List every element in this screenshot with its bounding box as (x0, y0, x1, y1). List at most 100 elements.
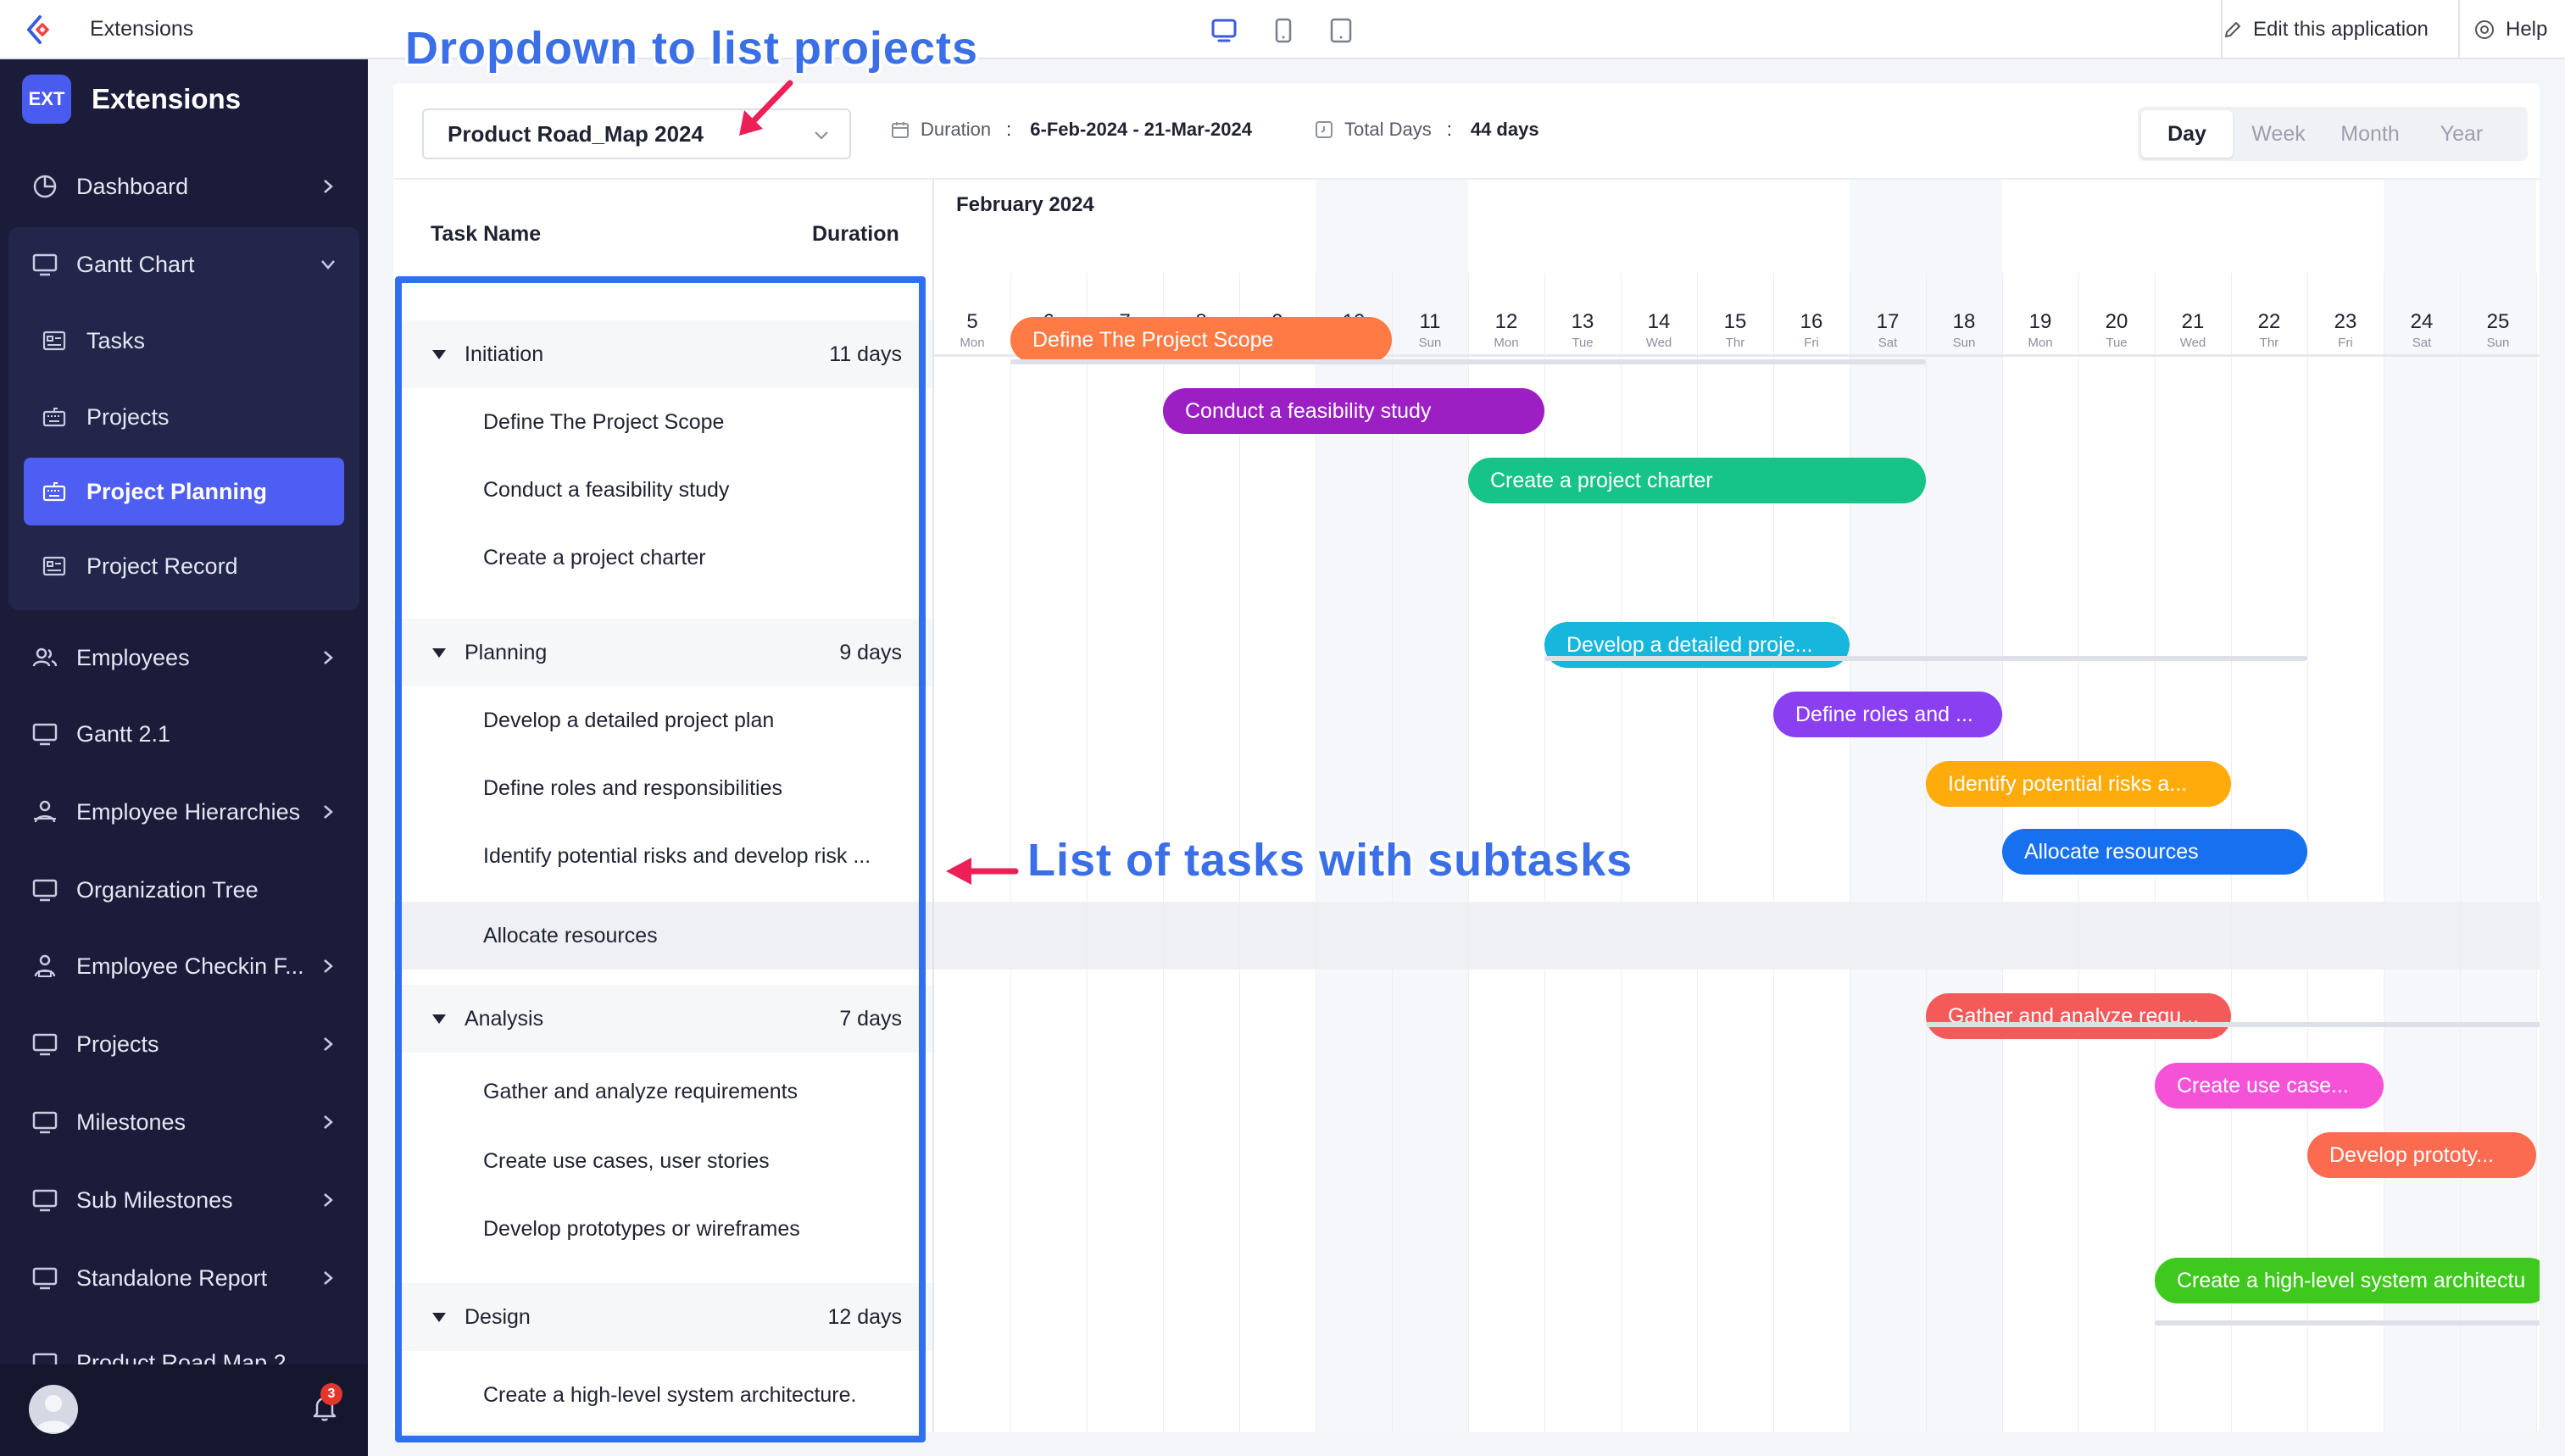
task-bar[interactable]: Create use case... (2155, 1063, 2384, 1109)
sidebar-item-gantt-chart[interactable]: Gantt Chart (0, 231, 368, 298)
hierarchy-icon (34, 800, 56, 823)
sidebar-item-label: Gantt 2.1 (76, 720, 171, 747)
users-icon (32, 647, 58, 667)
tab-month[interactable]: Month (2324, 110, 2416, 158)
chevron-right-icon (324, 1271, 333, 1285)
total-days-value: 44 days (1470, 119, 1539, 140)
top-bar: Extensions Edit this application Help (0, 0, 2565, 59)
sidebar-item-label: Projects (76, 1031, 159, 1057)
sidebar-header: EXT Extensions (22, 75, 241, 124)
group-summary-bar[interactable] (1010, 359, 1926, 364)
sidebar-subitem-project-record[interactable]: Project Record (24, 532, 344, 600)
annotation-task-list-box (395, 276, 926, 1442)
tab-week[interactable]: Week (2233, 110, 2324, 158)
chevron-right-icon (324, 1115, 333, 1129)
group-summary-bar[interactable] (2155, 1320, 2540, 1325)
task-bar[interactable]: Gather and analyze requ... (1926, 993, 2231, 1039)
sidebar-item-label: Organization Tree (76, 876, 259, 903)
day-number: 24 (2410, 310, 2434, 333)
dashboard-icon (33, 175, 57, 198)
edit-application-link[interactable]: Edit this application (2223, 0, 2429, 59)
duration-colon: : (1006, 119, 1012, 140)
chevron-right-icon (324, 959, 333, 973)
task-bar[interactable]: Define roles and ... (1773, 692, 2002, 737)
sidebar-item-label: Standalone Report (76, 1264, 268, 1291)
sidebar-item-label: Gantt Chart (76, 251, 195, 277)
calendar-icon (892, 122, 909, 138)
sidebar-subitem-label: Tasks (86, 327, 146, 353)
day-of-week: Mon (2028, 336, 2053, 350)
avatar[interactable] (29, 1385, 78, 1434)
sidebar-item-dashboard[interactable]: Dashboard (0, 153, 368, 220)
day-of-week: Sun (1952, 336, 1976, 350)
day-of-week: Sun (2486, 336, 2510, 350)
tab-year[interactable]: Year (2416, 110, 2507, 158)
sidebar-item-product-road-map-2[interactable]: Product Road Map 2 (0, 1320, 368, 1364)
duration-label: Duration (921, 119, 992, 140)
day-number: 5 (966, 310, 978, 333)
sidebar-subitem-project-planning[interactable]: Project Planning (24, 458, 344, 525)
sidebar-item-sub-milestones[interactable]: Sub Milestones (0, 1166, 368, 1234)
sidebar-item-gantt-2-1[interactable]: Gantt 2.1 (0, 700, 368, 768)
day-of-week: Fri (2338, 336, 2353, 350)
desktop-view-icon[interactable] (1209, 15, 1239, 46)
day-of-week: Sat (2412, 336, 2432, 350)
help-link[interactable]: Help (2473, 0, 2547, 59)
annotation-tasks-label: List of tasks with subtasks (1027, 835, 1633, 886)
day-number: 16 (1800, 310, 1823, 333)
sidebar-subitem-projects[interactable]: Projects (24, 383, 344, 451)
monitor-icon (32, 879, 58, 902)
help-label: Help (2506, 18, 2548, 41)
sidebar-item-organization-tree[interactable]: Organization Tree (0, 856, 368, 924)
day-of-week: Mon (1494, 336, 1519, 350)
gantt-toolbar: Product Road_Map 2024 Duration : 6-Feb-2… (393, 83, 2540, 180)
day-number: 11 (1419, 310, 1441, 333)
sidebar-item-milestones[interactable]: Milestones (0, 1088, 368, 1156)
annotation-arrow-icon (946, 858, 1019, 885)
sidebar-item-employee-hierarchies[interactable]: Employee Hierarchies (0, 778, 368, 846)
app-logo-icon[interactable] (24, 14, 56, 46)
day-grid-line (1926, 273, 1927, 1432)
top-divider (2458, 0, 2460, 59)
day-of-week: Sat (1878, 336, 1898, 350)
group-summary-bar[interactable] (1926, 1022, 2540, 1027)
task-bar[interactable]: Identify potential risks a... (1926, 761, 2231, 807)
view-switcher: Day Week Month Year (2138, 107, 2528, 161)
day-of-week: Sun (1418, 336, 1442, 350)
sidebar-item-employees[interactable]: Employees (0, 624, 368, 692)
day-of-week: Mon (960, 336, 985, 350)
total-days-label: Total Days (1344, 119, 1432, 140)
task-bar[interactable]: Define The Project Scope (1010, 317, 1392, 363)
monitor-icon (32, 253, 58, 276)
duration-header: Duration (812, 222, 899, 246)
sidebar-item-label: Employees (76, 644, 190, 670)
mobile-view-icon[interactable] (1268, 15, 1299, 46)
project-dropdown-value: Product Road_Map 2024 (448, 120, 704, 147)
task-bar[interactable]: Develop prototy... (2307, 1132, 2536, 1178)
group-summary-bar[interactable] (1544, 656, 2307, 661)
day-number: 19 (2028, 310, 2052, 333)
tablet-view-icon[interactable] (1326, 15, 1356, 46)
top-divider (2221, 0, 2223, 59)
sidebar-item-standalone-report[interactable]: Standalone Report (0, 1244, 368, 1312)
sidebar-item-label: Sub Milestones (76, 1186, 233, 1213)
sidebar-item-label: Employee Hierarchies (76, 798, 301, 825)
annotation-dropdown-label: Dropdown to list projects (405, 23, 979, 74)
gantt-timeline: February 2024 5Mon6Tue7Wed8Thr9Fri10Sat1… (934, 180, 2540, 1432)
keyboard-icon (42, 482, 66, 502)
task-bar[interactable]: Create a high-level system architectu (2155, 1258, 2540, 1303)
day-number: 17 (1876, 310, 1900, 333)
sidebar-item-projects[interactable]: Projects (0, 1010, 368, 1078)
day-number: 13 (1571, 310, 1594, 333)
sidebar-subitem-tasks[interactable]: Tasks (24, 307, 344, 375)
weekend-column (1392, 180, 1468, 1432)
sidebar-item-employee-checkin[interactable]: Employee Checkin F... (0, 932, 368, 1000)
chevron-right-icon (324, 651, 333, 664)
task-bar[interactable]: Allocate resources (2002, 829, 2307, 875)
duration-info: Duration : 6-Feb-2024 - 21-Mar-2024 (890, 119, 1252, 141)
app-name: Extensions (90, 17, 194, 41)
monitor-icon (32, 1033, 58, 1056)
task-bar[interactable]: Conduct a feasibility study (1163, 388, 1544, 434)
task-bar[interactable]: Create a project charter (1468, 458, 1926, 503)
tab-day[interactable]: Day (2141, 110, 2233, 158)
